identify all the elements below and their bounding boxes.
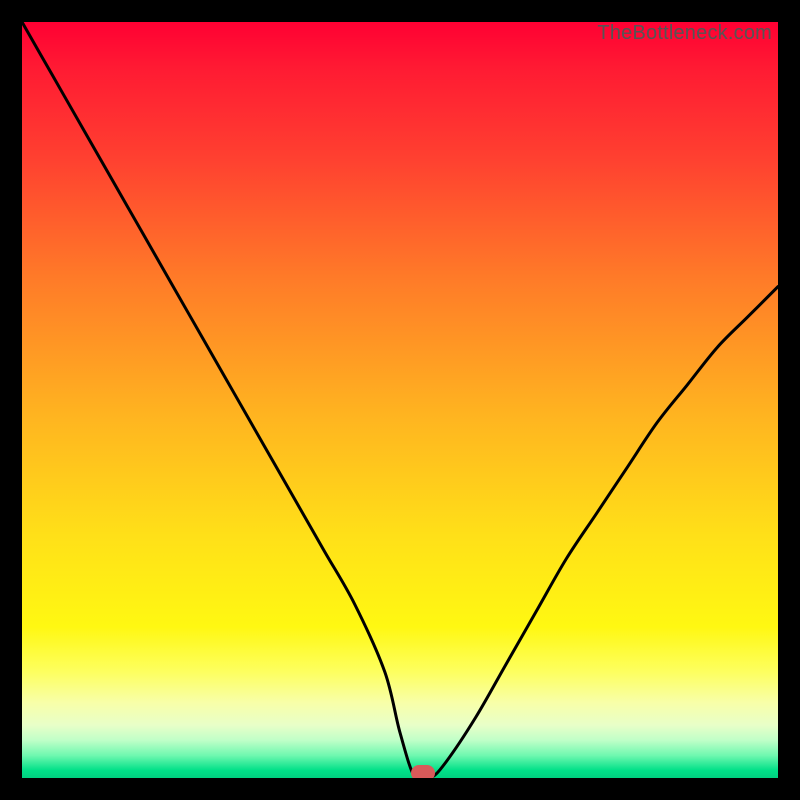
plot-area: TheBottleneck.com xyxy=(22,22,778,778)
optimal-marker xyxy=(411,765,435,778)
bottleneck-curve xyxy=(22,22,778,778)
